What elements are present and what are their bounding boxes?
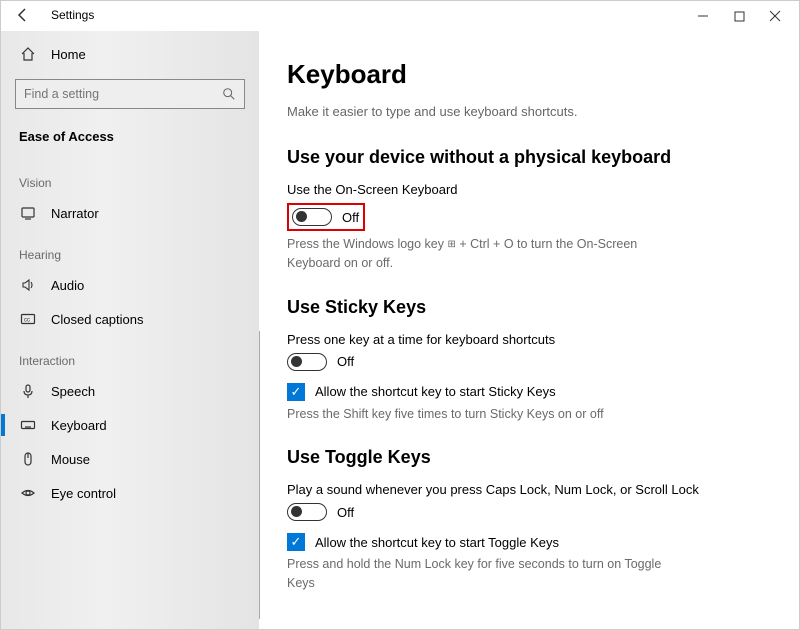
section2-hint: Press the Shift key five times to turn S… <box>287 405 687 424</box>
sidebar-item-speech[interactable]: Speech <box>1 374 259 408</box>
sidebar-item-home[interactable]: Home <box>1 37 259 71</box>
search-input[interactable] <box>24 87 204 101</box>
svg-text:cc: cc <box>24 318 30 324</box>
section1-hint: Press the Windows logo key ⊞ + Ctrl + O … <box>287 235 687 273</box>
onscreen-keyboard-toggle[interactable] <box>292 208 332 226</box>
page-title: Keyboard <box>287 59 771 90</box>
minimize-button[interactable] <box>685 4 721 28</box>
onscreen-keyboard-highlight: Off <box>287 203 365 231</box>
window-title: Settings <box>51 8 94 22</box>
eye-icon <box>19 484 37 502</box>
toggle-keys-state: Off <box>337 505 354 520</box>
scroll-indicator[interactable] <box>259 331 260 619</box>
section1-label: Use the On-Screen Keyboard <box>287 182 771 197</box>
narrator-icon <box>19 204 37 222</box>
content-area: Keyboard Make it easier to type and use … <box>259 31 799 629</box>
sidebar-item-label: Speech <box>51 384 95 399</box>
back-button[interactable] <box>15 7 31 23</box>
page-description: Make it easier to type and use keyboard … <box>287 104 771 119</box>
windows-logo-icon: ⊞ <box>448 237 456 252</box>
search-icon <box>222 87 236 101</box>
section3-label: Play a sound whenever you press Caps Loc… <box>287 482 771 497</box>
home-icon <box>19 45 37 63</box>
category-title: Ease of Access <box>1 119 259 158</box>
sidebar-item-mouse[interactable]: Mouse <box>1 442 259 476</box>
section1-title: Use your device without a physical keybo… <box>287 147 771 168</box>
section3-title: Use Toggle Keys <box>287 447 771 468</box>
sidebar-item-label: Keyboard <box>51 418 107 433</box>
sidebar-item-label: Narrator <box>51 206 99 221</box>
toggle-keys-toggle[interactable] <box>287 503 327 521</box>
sidebar-item-eye-control[interactable]: Eye control <box>1 476 259 510</box>
toggle-keys-checkbox-label: Allow the shortcut key to start Toggle K… <box>315 535 559 550</box>
section2-label: Press one key at a time for keyboard sho… <box>287 332 771 347</box>
sidebar-item-narrator[interactable]: Narrator <box>1 196 259 230</box>
sidebar-item-keyboard[interactable]: Keyboard <box>1 408 259 442</box>
section2-title: Use Sticky Keys <box>287 297 771 318</box>
group-vision: Vision <box>1 158 259 196</box>
maximize-button[interactable] <box>721 4 757 28</box>
search-box[interactable] <box>15 79 245 109</box>
toggle-keys-shortcut-checkbox[interactable]: ✓ <box>287 533 305 551</box>
sidebar-item-label: Eye control <box>51 486 116 501</box>
audio-icon <box>19 276 37 294</box>
close-button[interactable] <box>757 4 793 28</box>
closed-captions-icon: cc <box>19 310 37 328</box>
speech-icon <box>19 382 37 400</box>
sidebar-home-label: Home <box>51 47 86 62</box>
sticky-keys-shortcut-checkbox[interactable]: ✓ <box>287 383 305 401</box>
mouse-icon <box>19 450 37 468</box>
group-hearing: Hearing <box>1 230 259 268</box>
group-interaction: Interaction <box>1 336 259 374</box>
sidebar: Home Ease of Access Vision Narrator Hear… <box>1 31 259 629</box>
titlebar: Settings <box>1 1 799 31</box>
sticky-keys-state: Off <box>337 354 354 369</box>
sidebar-item-label: Closed captions <box>51 312 144 327</box>
section3-hint: Press and hold the Num Lock key for five… <box>287 555 687 593</box>
keyboard-icon <box>19 416 37 434</box>
sticky-keys-toggle[interactable] <box>287 353 327 371</box>
sidebar-item-label: Mouse <box>51 452 90 467</box>
sticky-keys-checkbox-label: Allow the shortcut key to start Sticky K… <box>315 384 556 399</box>
body: Home Ease of Access Vision Narrator Hear… <box>1 31 799 629</box>
onscreen-keyboard-state: Off <box>342 210 359 225</box>
sidebar-item-label: Audio <box>51 278 84 293</box>
settings-window: Settings Home Ease of Acc <box>0 0 800 630</box>
sidebar-item-audio[interactable]: Audio <box>1 268 259 302</box>
sidebar-item-closed-captions[interactable]: cc Closed captions <box>1 302 259 336</box>
